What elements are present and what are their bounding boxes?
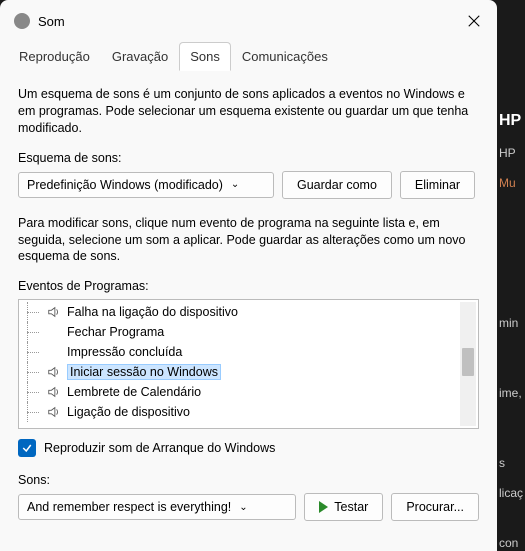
event-item[interactable]: Impressão concluída bbox=[19, 342, 478, 362]
bg-frag: min bbox=[497, 314, 525, 344]
events-description: Para modificar sons, clique num evento d… bbox=[18, 215, 479, 266]
speaker-icon bbox=[47, 325, 61, 339]
chevron-down-icon: ⌄ bbox=[231, 179, 239, 190]
bg-frag: con bbox=[497, 534, 525, 551]
sounds-label: Sons: bbox=[18, 473, 479, 487]
scrollbar[interactable] bbox=[460, 302, 476, 426]
speaker-icon bbox=[47, 385, 61, 399]
event-label: Impressão concluída bbox=[67, 345, 182, 359]
titlebar: Som bbox=[0, 0, 497, 42]
tab-content: Um esquema de sons é um conjunto de sons… bbox=[0, 72, 497, 535]
bg-frag: s bbox=[497, 454, 525, 484]
speaker-icon bbox=[47, 405, 61, 419]
event-item[interactable]: Falha na ligação do dispositivo bbox=[19, 302, 478, 322]
tab-sons[interactable]: Sons bbox=[179, 42, 231, 71]
scheme-dropdown[interactable]: Predefinição Windows (modificado) ⌄ bbox=[18, 172, 274, 198]
event-item[interactable]: Fechar Programa bbox=[19, 322, 478, 342]
speaker-icon bbox=[47, 345, 61, 359]
browse-button[interactable]: Procurar... bbox=[391, 493, 479, 521]
scheme-description: Um esquema de sons é um conjunto de sons… bbox=[18, 86, 479, 137]
bg-frag: ime, bbox=[497, 384, 525, 414]
bg-sub: HP bbox=[497, 144, 525, 174]
chevron-down-icon: ⌄ bbox=[239, 502, 247, 513]
events-label: Eventos de Programas: bbox=[18, 279, 479, 293]
scheme-value: Predefinição Windows (modificado) bbox=[27, 178, 223, 192]
event-label: Ligação de dispositivo bbox=[67, 405, 190, 419]
save-as-button[interactable]: Guardar como bbox=[282, 171, 392, 199]
close-button[interactable] bbox=[465, 12, 483, 30]
check-icon bbox=[21, 442, 33, 454]
event-label: Iniciar sessão no Windows bbox=[67, 364, 221, 380]
test-button[interactable]: Testar bbox=[304, 493, 383, 521]
tab-comunicacoes[interactable]: Comunicações bbox=[231, 42, 339, 71]
event-label: Fechar Programa bbox=[67, 325, 164, 339]
test-label: Testar bbox=[334, 500, 368, 514]
event-item[interactable]: Ligação de dispositivo bbox=[19, 402, 478, 422]
tab-bar: Reprodução Gravação Sons Comunicações bbox=[0, 42, 497, 72]
scheme-label: Esquema de sons: bbox=[18, 151, 479, 165]
scroll-thumb[interactable] bbox=[462, 348, 474, 376]
bg-title: HP bbox=[497, 110, 525, 144]
startup-sound-label: Reproduzir som de Arranque do Windows bbox=[44, 441, 275, 455]
tab-reproducao[interactable]: Reprodução bbox=[8, 42, 101, 71]
event-item[interactable]: Lembrete de Calendário bbox=[19, 382, 478, 402]
program-events-list[interactable]: Falha na ligação do dispositivo Fechar P… bbox=[18, 299, 479, 429]
window-title: Som bbox=[38, 14, 465, 29]
sound-dropdown[interactable]: And remember respect is everything! ⌄ bbox=[18, 494, 296, 520]
startup-sound-checkbox[interactable] bbox=[18, 439, 36, 457]
event-item[interactable]: Iniciar sessão no Windows bbox=[19, 362, 478, 382]
delete-button[interactable]: Eliminar bbox=[400, 171, 475, 199]
speaker-icon bbox=[47, 305, 61, 319]
play-icon bbox=[319, 501, 328, 513]
sound-icon bbox=[14, 13, 30, 29]
close-icon bbox=[467, 14, 481, 28]
speaker-icon bbox=[47, 365, 61, 379]
tab-gravacao[interactable]: Gravação bbox=[101, 42, 179, 71]
event-label: Falha na ligação do dispositivo bbox=[67, 305, 238, 319]
bg-mu: Mu bbox=[497, 174, 525, 204]
events-inner: Falha na ligação do dispositivo Fechar P… bbox=[19, 300, 478, 424]
sound-dialog: Som Reprodução Gravação Sons Comunicaçõe… bbox=[0, 0, 497, 551]
bg-frag: licaç bbox=[497, 484, 525, 514]
event-label: Lembrete de Calendário bbox=[67, 385, 201, 399]
background-panel: HP HP Mu min ime, s licaç con bbox=[497, 0, 525, 551]
sound-value: And remember respect is everything! bbox=[27, 500, 231, 514]
